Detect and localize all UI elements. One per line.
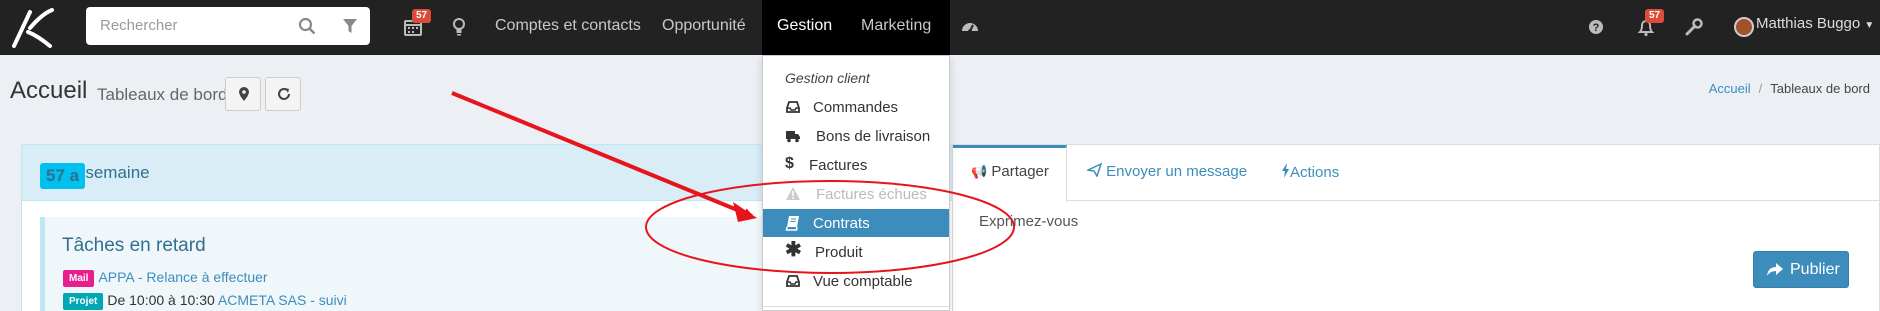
lightbulb-icon[interactable] [448,16,470,38]
task-time: De 10:00 à 10:30 [107,292,215,308]
map-marker-icon [239,87,249,101]
nav-marketing[interactable]: Marketing [861,17,931,35]
menu-item-vue-comptable[interactable]: Vue comptable [763,267,949,295]
search-input[interactable]: Rechercher [100,17,178,34]
task-link[interactable]: APPA - Relance à effectuer [98,269,267,285]
share-tabs: 📢 Partager Envoyer un message Actions [953,145,1879,202]
week-box-badge: 57 a [40,163,86,189]
breadcrumb: Accueil / Tableaux de bord [1709,81,1870,96]
menu-item-contrats[interactable]: Contrats [763,209,949,237]
svg-text:?: ? [1593,22,1600,34]
user-menu[interactable]: Matthias Buggo ▼ [1756,15,1874,32]
menu-item-factures-echues: Factures échues [763,180,949,208]
wrench-icon[interactable] [1683,16,1705,38]
dashboard-icon[interactable] [959,16,981,38]
tab-actions[interactable]: Actions [1281,163,1339,181]
refresh-button[interactable] [265,77,301,111]
bullhorn-icon: 📢 [971,164,988,179]
share-panel: 📢 Partager Envoyer un message Actions Ex… [952,144,1880,311]
filter-icon[interactable] [342,17,358,35]
refresh-icon [278,88,290,100]
asterisk-icon: ✱ [785,239,802,261]
menu-item-bons-livraison[interactable]: Bons de livraison [763,122,949,150]
breadcrumb-home[interactable]: Accueil [1709,81,1751,96]
task-row: Mail APPA - Relance à effectuer [63,269,268,287]
caret-down-icon: ▼ [1864,20,1875,31]
book-icon [785,216,799,231]
truck-icon [786,131,800,143]
search-icon[interactable] [298,17,316,35]
nav-opportunite[interactable]: Opportunité [662,17,746,35]
publish-button[interactable]: Publier [1753,251,1849,288]
breadcrumb-separator: / [1758,81,1763,96]
share-input[interactable]: Exprimez-vous [979,213,1078,230]
task-label-projet: Projet [63,293,104,310]
dollar-icon: $ [785,155,794,172]
gestion-dropdown: Gestion client Commandes Bons de livrais… [762,55,950,311]
inbox-icon [786,275,800,287]
search-box[interactable]: Rechercher [86,7,370,45]
page-subtitle: Tableaux de bord [97,85,228,104]
task-link[interactable]: ACMETA SAS - suivi [218,292,347,308]
breadcrumb-current: Tableaux de bord [1770,81,1870,96]
warning-icon [786,187,800,200]
avatar[interactable] [1734,17,1754,37]
inbox-icon [786,101,800,113]
page-title: Accueil [10,77,88,104]
menu-item-commandes[interactable]: Commandes [763,93,949,121]
task-label-mail: Mail [63,270,95,287]
help-icon[interactable]: ? [1585,16,1607,38]
top-navbar: Rechercher 57 Comptes et contacts Opport… [0,0,1880,55]
menu-item-factures[interactable]: $ Factures [763,151,949,179]
tab-partager[interactable]: 📢 Partager [971,163,1049,180]
logo[interactable] [8,6,56,50]
tab-envoyer-message[interactable]: Envoyer un message [1085,162,1247,180]
notifications-badge: 57 [1645,9,1665,23]
dropdown-divider [763,306,949,307]
location-button[interactable] [225,77,261,111]
share-icon [1767,263,1783,276]
menu-item-produit[interactable]: ✱ Produit [763,238,949,266]
overdue-tasks-title: Tâches en retard [62,235,206,256]
calendar-badge: 57 [412,9,432,23]
dropdown-header: Gestion client [785,70,870,86]
nav-comptes-contacts[interactable]: Comptes et contacts [495,17,641,35]
bolt-icon [1282,163,1289,178]
task-row: Projet De 10:00 à 10:30 ACMETA SAS - suiv… [63,292,347,310]
paper-plane-icon [1085,162,1103,178]
